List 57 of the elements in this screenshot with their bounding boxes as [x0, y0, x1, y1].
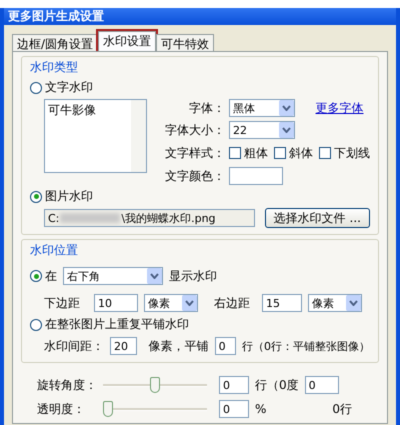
unit-dropdown[interactable]: 像素 — [144, 294, 198, 312]
radio-button[interactable] — [30, 190, 42, 202]
text-watermark-option[interactable]: 文字水印 — [30, 79, 370, 96]
group-title: 水印位置 — [30, 242, 79, 259]
tab[interactable]: 可牛特效 — [156, 34, 214, 51]
field-label: 字体大小： — [165, 122, 225, 138]
corner-dropdown[interactable]: 右下角 — [63, 267, 163, 285]
checkbox[interactable] — [229, 147, 241, 159]
window-title: 更多图片生成设置 — [4, 8, 396, 25]
slider[interactable] — [103, 377, 207, 393]
field-label: 下边距 — [44, 294, 80, 312]
field-label: 字体： — [189, 100, 225, 116]
rows-field[interactable]: 0 — [214, 337, 236, 355]
image-watermark-option[interactable]: 图片水印 — [30, 188, 370, 205]
slider-thumb[interactable] — [150, 377, 160, 393]
corner-option[interactable]: 在 — [30, 268, 57, 284]
watermark-text-field[interactable]: 可牛影像 — [44, 99, 147, 173]
right-margin-field[interactable]: 15 — [262, 294, 302, 312]
label: % — [255, 402, 266, 416]
slider-thumb[interactable] — [103, 401, 113, 417]
field-label: 右边距 — [214, 294, 250, 312]
choose-file-button[interactable]: 选择水印文件 ... — [264, 208, 370, 228]
bottom-margin-field[interactable]: 10 — [94, 294, 138, 312]
label: 行（0行：平铺整张图像） — [242, 338, 370, 354]
slider[interactable] — [103, 401, 207, 417]
radio-button[interactable] — [30, 270, 42, 282]
more-fonts-link[interactable]: 更多字体 — [316, 100, 370, 116]
field-label: 旋转角度： — [37, 376, 97, 394]
unit-dropdown[interactable]: 像素 — [308, 294, 362, 312]
font-size-dropdown[interactable]: 22 — [229, 121, 295, 139]
rotation-field[interactable]: 0 — [219, 376, 249, 394]
style-checkbox[interactable]: 粗体 — [229, 144, 268, 162]
file-path-field[interactable]: C: \我的蝴蝶水印.png — [44, 209, 255, 227]
label: 行（0度 — [255, 376, 299, 394]
style-checkbox[interactable]: 下划线 — [319, 144, 370, 162]
label: 显示水印 — [169, 268, 217, 284]
tab[interactable]: 边框/圆角设置 — [12, 34, 98, 51]
radio-button[interactable] — [30, 82, 42, 94]
color-swatch[interactable] — [229, 167, 283, 185]
radio-button[interactable] — [30, 318, 42, 330]
checkbox[interactable] — [319, 147, 331, 159]
label: 0行 — [332, 400, 352, 418]
font-dropdown[interactable]: 黑体 — [229, 99, 295, 117]
tile-option[interactable]: 在整张图片上重复平铺水印 — [30, 316, 370, 333]
checkbox[interactable] — [274, 147, 286, 159]
spacing-field[interactable]: 20 — [110, 337, 137, 355]
label: 像素，平铺 — [148, 338, 209, 354]
opacity-field[interactable]: 0 — [219, 400, 249, 418]
field-label: 文字颜色： — [165, 168, 225, 184]
field-label: 文字样式： — [165, 144, 225, 162]
style-checkbox[interactable]: 斜体 — [274, 144, 313, 162]
group-title: 水印类型 — [30, 59, 79, 76]
field-label: 透明度： — [37, 400, 86, 418]
scrollbar[interactable] — [131, 100, 146, 172]
tab[interactable]: 水印设置 — [98, 31, 156, 51]
rotation-extra-field[interactable]: 0 — [304, 376, 339, 394]
field-label: 水印间距： — [44, 338, 104, 354]
